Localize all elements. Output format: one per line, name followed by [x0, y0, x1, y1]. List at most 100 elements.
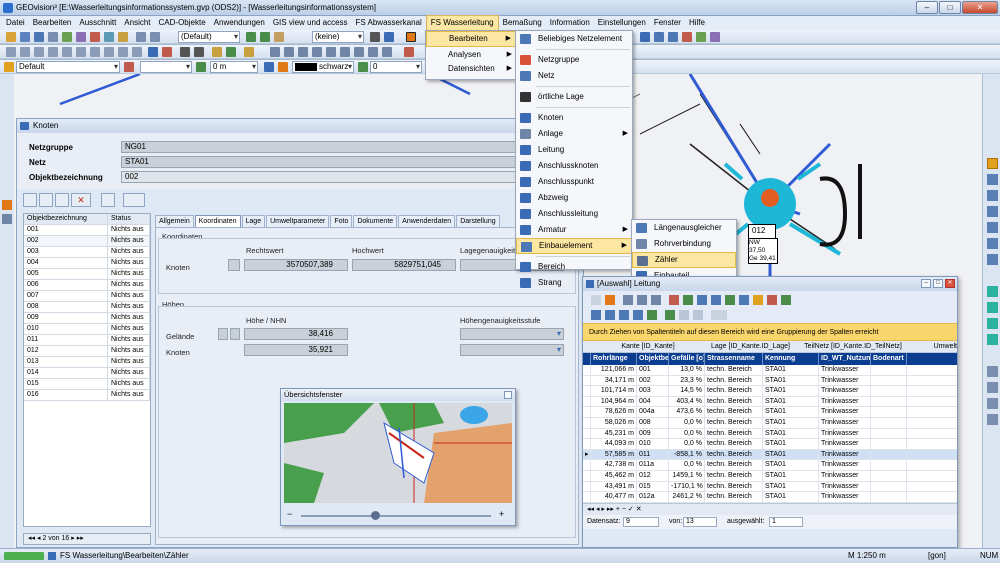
- table-row[interactable]: 011 Nichts aus: [24, 335, 150, 346]
- filter-icon[interactable]: [668, 32, 678, 42]
- menu-beliebiges-netzelement[interactable]: Beliebiges Netzelement: [516, 31, 632, 47]
- menu-zaehler[interactable]: Zähler: [632, 252, 736, 268]
- menu-bearbeiten[interactable]: Bearbeiten: [29, 16, 76, 30]
- draw-curve-icon[interactable]: [76, 47, 86, 57]
- column-icon[interactable]: [651, 295, 661, 305]
- snap-tool-icon[interactable]: [987, 286, 998, 297]
- auswahl-navigator[interactable]: ◂◂ ◂ ▸ ▸▸ + − ✓ ✕: [583, 503, 957, 515]
- lock-icon[interactable]: [264, 62, 274, 72]
- form-view-icon[interactable]: [605, 310, 615, 320]
- export-icon[interactable]: [696, 32, 706, 42]
- copy-icon[interactable]: [104, 32, 114, 42]
- move-icon[interactable]: [270, 47, 280, 57]
- table-row[interactable]: 012 Nichts aus: [24, 346, 150, 357]
- more-icon[interactable]: [711, 310, 727, 320]
- menu-bereich[interactable]: Bereich: [516, 259, 632, 275]
- col-bodenart[interactable]: Bodenart: [871, 353, 907, 365]
- frame-icon[interactable]: [406, 32, 416, 42]
- report-icon[interactable]: [710, 32, 720, 42]
- zoom-minus[interactable]: −: [287, 509, 292, 519]
- col-gef-lle-o-[interactable]: Gefälle [o]: [669, 353, 705, 365]
- property-icon[interactable]: [212, 47, 222, 57]
- filter-icon[interactable]: [637, 295, 647, 305]
- pick-icon[interactable]: [148, 47, 158, 57]
- table-row[interactable]: 42,738 m 011a 0,0 % techn. Bereich STA01 Trin…: [583, 460, 957, 471]
- text-icon[interactable]: [180, 47, 190, 57]
- highlight-icon[interactable]: [605, 295, 615, 305]
- tab-darstellung[interactable]: Darstellung: [456, 215, 500, 227]
- tool-icon[interactable]: [2, 214, 12, 224]
- close-button[interactable]: ✕: [962, 1, 998, 14]
- link-icon[interactable]: [101, 193, 115, 207]
- linetype-combo[interactable]: [140, 61, 192, 73]
- terrain-icon[interactable]: [218, 328, 228, 340]
- menu-datensichten[interactable]: Datensichten ▶: [426, 61, 516, 77]
- netzgruppe-field[interactable]: NG01: [121, 141, 581, 153]
- menu-armatur[interactable]: Armatur ▶: [516, 222, 632, 238]
- settings-icon[interactable]: [679, 310, 689, 320]
- menu-leitung[interactable]: Leitung: [516, 142, 632, 158]
- cross-icon[interactable]: [370, 32, 380, 42]
- table-row[interactable]: 004 Nichts aus: [24, 258, 150, 269]
- zoom-icon[interactable]: [62, 32, 72, 42]
- extend-icon[interactable]: [326, 47, 336, 57]
- rotate-icon[interactable]: [284, 47, 294, 57]
- netz-field[interactable]: STA01: [121, 156, 581, 168]
- edit-icon[interactable]: [2, 200, 12, 210]
- sort-icon[interactable]: [623, 295, 633, 305]
- table-row[interactable]: 007 Nichts aus: [24, 291, 150, 302]
- offset-field[interactable]: 0 m: [210, 61, 258, 73]
- draw-poly-icon[interactable]: [20, 47, 30, 57]
- band-kante[interactable]: Kante [ID_Kante]: [593, 341, 703, 352]
- trim-icon[interactable]: [312, 47, 322, 57]
- search-icon[interactable]: [55, 193, 69, 207]
- split-icon[interactable]: [340, 47, 350, 57]
- menu-örtliche-lage[interactable]: örtliche Lage: [516, 89, 632, 105]
- menu-anschlussknoten[interactable]: Anschlussknoten: [516, 158, 632, 174]
- status-unit[interactable]: [gon]: [928, 551, 946, 560]
- menu-knoten[interactable]: Knoten: [516, 110, 632, 126]
- trace-icon[interactable]: [987, 302, 998, 313]
- table-row[interactable]: ▸ 57,585 m 011 -858,1 % techn. Bereich STA01 T…: [583, 449, 957, 461]
- table-row[interactable]: 013 Nichts aus: [24, 357, 150, 368]
- minimize-button[interactable]: –: [916, 1, 938, 14]
- preview-icon[interactable]: [711, 295, 721, 305]
- terrain-pick-icon[interactable]: [230, 328, 240, 340]
- table-row[interactable]: 43,491 m 015 -1710,1 % techn. Bereich STA01 T…: [583, 481, 957, 493]
- table-row[interactable]: 003 Nichts aus: [24, 247, 150, 258]
- area-icon[interactable]: [987, 382, 998, 393]
- col-objektbez[interactable]: Objektbez: [637, 353, 669, 365]
- select-icon[interactable]: [384, 32, 394, 42]
- table-row[interactable]: 45,462 m 012 1459,1 % techn. Bereich STA01 Tr…: [583, 470, 957, 482]
- zoom-to-icon[interactable]: [739, 295, 749, 305]
- label-icon[interactable]: [987, 414, 998, 425]
- menu-gis-view-und-access[interactable]: GIS view und access: [269, 16, 352, 30]
- col-status[interactable]: Status: [108, 214, 150, 224]
- menu-einbauelement[interactable]: Einbauelement ▶: [516, 238, 632, 254]
- table-row[interactable]: 002 Nichts aus: [24, 236, 150, 247]
- paste-icon[interactable]: [118, 32, 128, 42]
- grid-icon[interactable]: [246, 32, 256, 42]
- auswahl-close[interactable]: ✕: [945, 279, 955, 288]
- columns-icon[interactable]: [693, 310, 703, 320]
- table-row[interactable]: 008 Nichts aus: [24, 302, 150, 313]
- knoten-height-field[interactable]: 35,921: [244, 344, 348, 356]
- draw-point-icon[interactable]: [90, 47, 100, 57]
- draw-arc-icon[interactable]: [34, 47, 44, 57]
- remove-icon[interactable]: [162, 47, 172, 57]
- connect-icon[interactable]: [987, 318, 998, 329]
- zoom-prev-icon[interactable]: [987, 238, 998, 249]
- draw-line-icon[interactable]: [6, 47, 16, 57]
- band-lage[interactable]: Lage [ID_Kante.ID_Lage]: [703, 341, 798, 352]
- layer-icon[interactable]: [76, 32, 86, 42]
- style-combo[interactable]: Default: [16, 61, 120, 73]
- datensatz-field[interactable]: 9: [623, 517, 659, 527]
- mark-icon[interactable]: [753, 295, 763, 305]
- draw-arrow-icon[interactable]: [132, 47, 142, 57]
- print-icon[interactable]: [697, 295, 707, 305]
- tree-icon[interactable]: [665, 310, 675, 320]
- menu-hilfe[interactable]: Hilfe: [685, 16, 709, 30]
- hatch-icon[interactable]: [244, 47, 254, 57]
- table-row[interactable]: 015 Nichts aus: [24, 379, 150, 390]
- menu-cad-objekte[interactable]: CAD-Objekte: [155, 16, 210, 30]
